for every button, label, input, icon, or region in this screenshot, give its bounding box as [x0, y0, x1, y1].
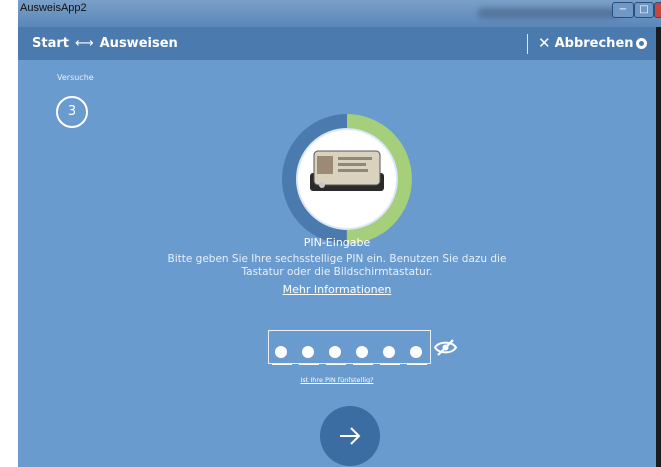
app-header: Start ⟷ Ausweisen ✕ Abbrechen	[18, 27, 656, 60]
cancel-label: Abbrechen	[554, 36, 634, 51]
pin-digit-1	[275, 346, 287, 358]
close-icon: ✕	[538, 34, 551, 52]
titlebar-blur	[478, 8, 618, 18]
pin-underline-3	[326, 364, 346, 365]
breadcrumb-current: Ausweisen	[99, 36, 178, 51]
pin-underline-6	[407, 364, 427, 365]
attempts-count: 3	[56, 96, 88, 128]
pin-digit-5	[383, 346, 395, 358]
five-digit-pin-link[interactable]: Ist Ihre PIN fünfstellig?	[18, 376, 656, 384]
pin-input[interactable]	[268, 330, 431, 365]
left-edge	[0, 0, 18, 467]
header-separator	[527, 34, 528, 54]
eye-off-icon[interactable]	[433, 339, 458, 356]
pin-underline-1	[272, 364, 292, 365]
minimize-button[interactable]: −	[612, 2, 634, 18]
pin-title: PIN-Eingabe	[303, 236, 371, 249]
window-title: AusweisApp2	[20, 2, 87, 14]
breadcrumb-arrow-icon: ⟷	[74, 36, 94, 51]
window-titlebar: AusweisApp2 − □ ×	[18, 0, 661, 27]
pin-digit-3	[329, 346, 341, 358]
next-button[interactable]	[320, 406, 380, 466]
more-info-link[interactable]: Mehr Informationen	[18, 283, 656, 296]
pin-underline-2	[299, 364, 319, 365]
pin-digit-4	[356, 346, 368, 358]
id-card-icon	[310, 150, 384, 191]
pin-description: Bitte geben Sie Ihre sechsstellige PIN e…	[167, 253, 507, 278]
pin-digit-2	[302, 346, 314, 358]
arrow-right-icon	[340, 427, 361, 445]
breadcrumb: Start ⟷ Ausweisen	[32, 36, 178, 51]
cancel-button[interactable]: ✕ Abbrechen	[538, 34, 634, 52]
gear-icon[interactable]	[636, 38, 647, 49]
pin-digit-6	[410, 346, 422, 358]
breadcrumb-start[interactable]: Start	[32, 36, 69, 51]
pin-underline-5	[380, 364, 400, 365]
pin-underline-4	[353, 364, 373, 365]
app-window: Start ⟷ Ausweisen ✕ Abbrechen Versuche 3…	[18, 27, 656, 467]
close-button[interactable]: ×	[654, 2, 661, 18]
attempts-label: Versuche	[57, 73, 94, 82]
maximize-button[interactable]: □	[634, 2, 654, 18]
right-edge	[656, 27, 661, 467]
